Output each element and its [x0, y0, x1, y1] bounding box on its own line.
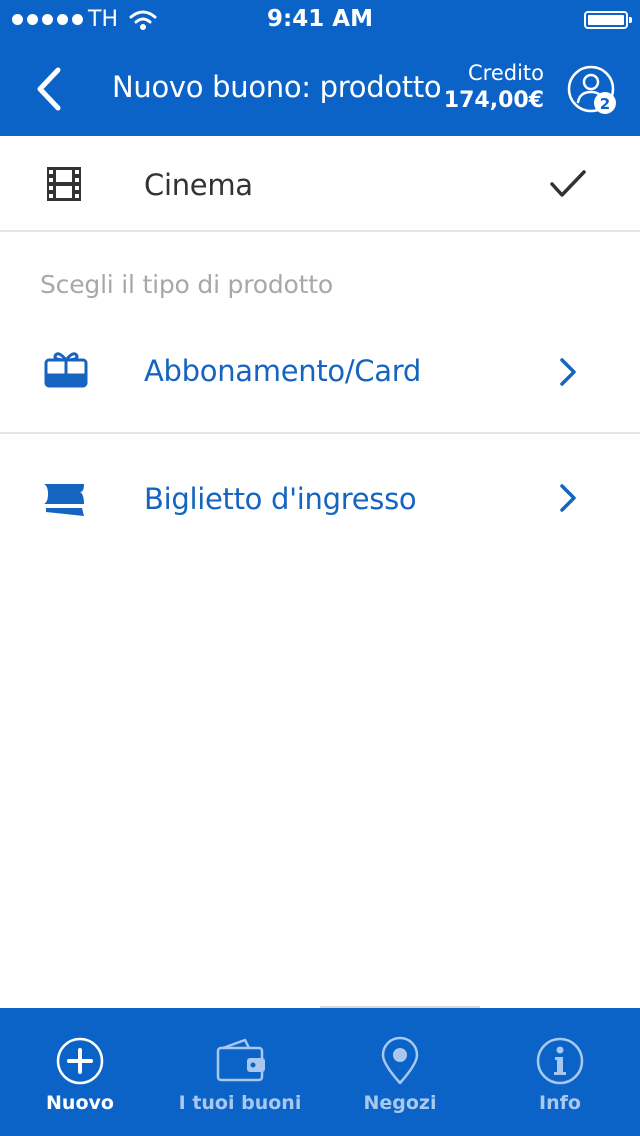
user-profile-icon: 2: [567, 65, 616, 114]
section-header: Scegli il tipo di prodotto: [40, 270, 333, 299]
product-label: Abbonamento/Card: [144, 354, 421, 388]
app-screen: TH 9:41 AM Nuovo buono: prodotto Credito…: [0, 0, 640, 1136]
tab-bar: Nuovo I tuoi buoni Negozi Info: [0, 1008, 640, 1136]
tab-i-tuoi-buoni[interactable]: I tuoi buoni: [160, 1008, 320, 1136]
tab-label: Negozi: [363, 1092, 437, 1114]
product-label: Biglietto d'ingresso: [144, 482, 417, 516]
tab-negozi[interactable]: Negozi: [320, 1008, 480, 1136]
tab-label: Nuovo: [46, 1092, 114, 1114]
map-pin-icon: [381, 1036, 419, 1085]
selected-category-row[interactable]: Cinema: [0, 136, 640, 230]
info-icon: [536, 1037, 584, 1085]
divider: [0, 230, 640, 232]
battery-icon: [584, 11, 632, 29]
film-icon: [47, 167, 81, 201]
credit-label: Credito: [467, 61, 544, 85]
credit-display: Credito 174,00€: [444, 60, 544, 116]
product-option-abbonamento[interactable]: Abbonamento/Card: [0, 322, 640, 432]
tab-nuovo[interactable]: Nuovo: [0, 1008, 160, 1136]
plus-circle-icon: [56, 1037, 104, 1085]
gift-card-icon: [44, 352, 88, 388]
ticket-icon: [44, 484, 84, 516]
tab-label: I tuoi buoni: [178, 1092, 302, 1114]
status-bar: TH 9:41 AM: [0, 0, 640, 40]
chevron-left-icon: [37, 67, 61, 111]
tab-label: Info: [539, 1092, 581, 1114]
header: TH 9:41 AM Nuovo buono: prodotto Credito…: [0, 0, 640, 136]
profile-button[interactable]: 2: [566, 64, 618, 116]
category-label: Cinema: [144, 168, 253, 202]
tab-info[interactable]: Info: [480, 1008, 640, 1136]
chevron-right-icon: [560, 484, 576, 512]
credit-value: 174,00€: [443, 88, 544, 113]
page-title: Nuovo buono: prodotto: [112, 70, 442, 104]
product-option-biglietto[interactable]: Biglietto d'ingresso: [0, 434, 640, 562]
checkmark-icon: [550, 170, 586, 197]
back-button[interactable]: [26, 64, 72, 114]
status-time: 9:41 AM: [267, 6, 373, 32]
wallet-icon: [216, 1038, 265, 1082]
chevron-right-icon: [560, 358, 576, 386]
profile-badge-count: 2: [600, 95, 610, 113]
